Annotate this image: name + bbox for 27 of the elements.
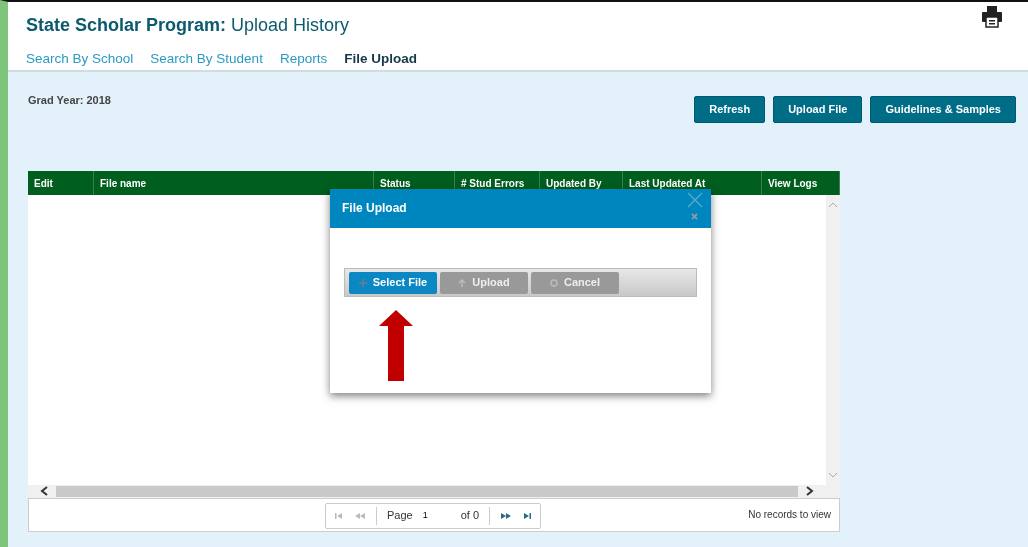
next-page-icon[interactable] — [500, 511, 513, 520]
toolbar-button[interactable]: Guidelines & Samples — [870, 96, 1016, 123]
toolbar-button[interactable]: Upload File — [773, 96, 863, 123]
arrow-icon — [458, 278, 467, 287]
toolbar-button[interactable]: Refresh — [694, 96, 766, 123]
scroll-up-icon[interactable] — [828, 200, 838, 209]
grad-year-label: Grad Year: 2018 — [28, 93, 111, 108]
circle-icon — [549, 278, 558, 287]
nav-tab[interactable]: Search By Student — [150, 49, 263, 70]
page-label: Page — [387, 508, 413, 524]
close-icon[interactable] — [687, 192, 703, 222]
last-page-icon[interactable] — [522, 511, 533, 520]
first-page-icon[interactable] — [334, 511, 344, 520]
dialog-title: File Upload — [342, 201, 407, 215]
dialog-button[interactable]: Select File — [349, 271, 437, 294]
page-input[interactable]: 1 — [422, 508, 451, 523]
up-arrow-icon — [378, 309, 414, 383]
plus-icon — [358, 278, 367, 287]
page-count: of 0 — [460, 508, 480, 524]
page-title: State Scholar Program: Upload History — [26, 14, 350, 37]
records-info: No records to view — [748, 508, 831, 522]
printer-icon[interactable] — [982, 6, 1002, 28]
nav-tab[interactable]: Search By School — [26, 49, 134, 70]
nav-tab[interactable]: Reports — [279, 49, 328, 70]
previous-page-icon[interactable] — [354, 511, 366, 520]
scroll-down-icon[interactable] — [828, 470, 838, 479]
vertical-scrollbar[interactable] — [826, 194, 840, 485]
